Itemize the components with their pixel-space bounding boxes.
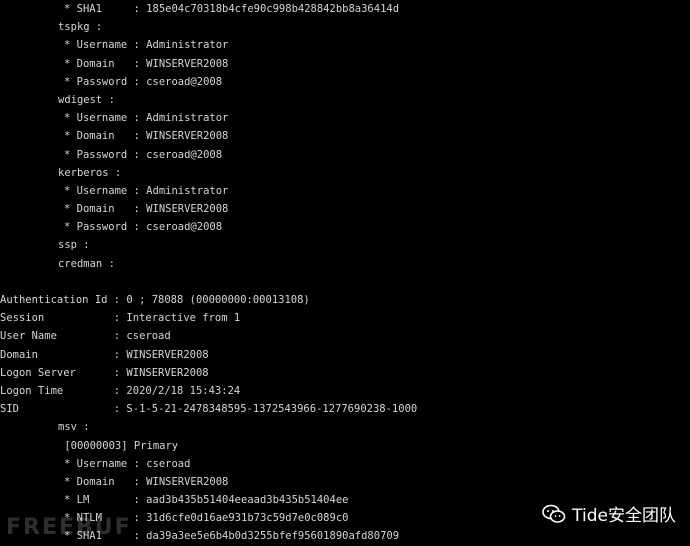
console-line: * Domain : WINSERVER2008 bbox=[64, 57, 229, 70]
console-line: tspkg : bbox=[58, 21, 103, 34]
watermark-brand-text: Tide安全团队 bbox=[572, 506, 676, 526]
console-line: * Domain : WINSERVER2008 bbox=[64, 203, 229, 216]
console-line: * Password : cseroad@2008 bbox=[64, 148, 223, 161]
console-line: wdigest : bbox=[58, 93, 115, 106]
console-line: Logon Server : WINSERVER2008 bbox=[0, 366, 209, 379]
console-line: Logon Time : 2020/2/18 15:43:24 bbox=[0, 384, 241, 397]
console-line: ssp : bbox=[58, 239, 90, 252]
console-line: SID : S-1-5-21-2478348595-1372543966-127… bbox=[0, 403, 418, 416]
console-line: * Password : cseroad@2008 bbox=[64, 75, 223, 88]
console-line: * SHA1 : 185e04c70318b4cfe90c998b428842b… bbox=[64, 3, 400, 15]
console-line: Session : Interactive from 1 bbox=[0, 312, 241, 325]
console-line: * Domain : WINSERVER2008 bbox=[64, 130, 229, 143]
console-output: * SHA1 : 185e04c70318b4cfe90c998b428842b… bbox=[0, 0, 690, 544]
console-line: Authentication Id : 0 ; 78088 (00000000:… bbox=[0, 294, 310, 306]
console-line: [00000003] Primary bbox=[58, 439, 179, 452]
console-line: * Domain : WINSERVER2008 bbox=[64, 475, 229, 488]
console-line: User Name : cseroad bbox=[0, 330, 171, 343]
watermark-brand: Tide安全团队 bbox=[542, 501, 676, 526]
wechat-icon bbox=[542, 504, 566, 524]
console-line: * Password : cseroad@2008 bbox=[64, 221, 223, 234]
console-line: * Username : Administrator bbox=[64, 112, 229, 125]
console-line: * Username : Administrator bbox=[64, 39, 229, 52]
console-line: credman : bbox=[58, 257, 115, 270]
console-line: msv : bbox=[58, 421, 90, 434]
watermark-logo: FREEBUF bbox=[6, 515, 132, 540]
console-line: * Username : cseroad bbox=[64, 457, 191, 470]
console-line: * Username : Administrator bbox=[64, 184, 229, 197]
console-line: kerberos : bbox=[58, 166, 122, 179]
console-line: Domain : WINSERVER2008 bbox=[0, 348, 209, 361]
